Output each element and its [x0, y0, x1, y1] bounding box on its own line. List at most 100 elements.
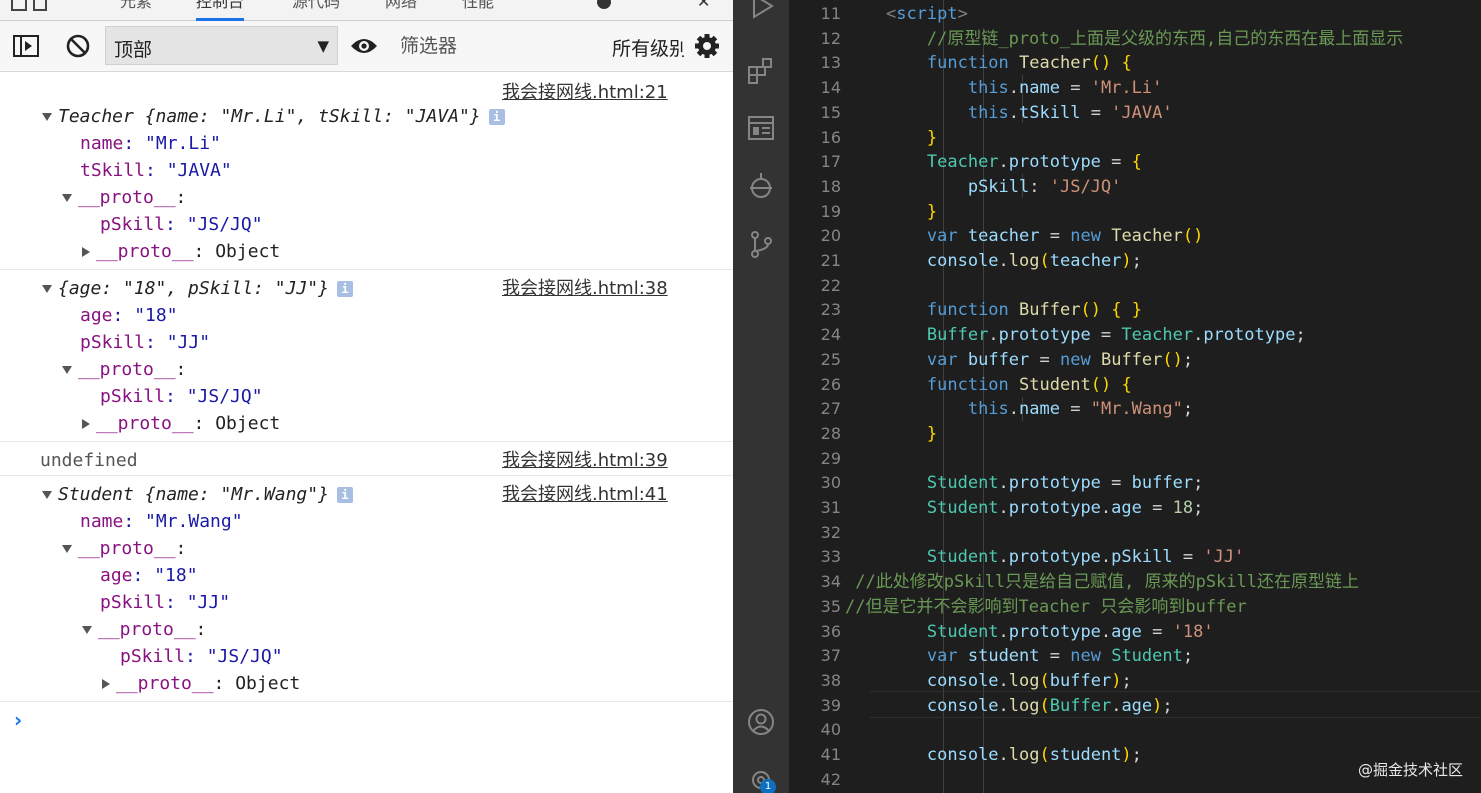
code-line[interactable]: console.log(buffer);: [845, 669, 1132, 693]
code-line[interactable]: Student.prototype = buffer;: [845, 471, 1203, 495]
property-line: pSkill: "JJ": [80, 332, 211, 353]
source-control-icon[interactable]: [745, 228, 777, 260]
expand-triangle-icon[interactable]: [62, 366, 72, 374]
code-line[interactable]: function Student() {: [845, 373, 1132, 397]
code-line[interactable]: Student.prototype.age = 18;: [845, 496, 1203, 520]
code-line[interactable]: function Buffer() { }: [845, 298, 1142, 322]
code-line[interactable]: pSkill: 'JS/JQ': [845, 175, 1122, 199]
devtools-panel: 元素 控制台 源代码 网络 性能 ✕ 顶部 ▼ 所有级别 我会接网线.html:…: [0, 0, 733, 793]
code-line[interactable]: Student.prototype.pSkill = 'JJ': [845, 545, 1244, 569]
code-line[interactable]: var buffer = new Buffer();: [845, 348, 1193, 372]
property-line[interactable]: __proto__: Object: [102, 673, 300, 695]
line-number: 12: [820, 28, 841, 48]
code-line[interactable]: <script>: [845, 2, 968, 26]
code-line[interactable]: console.log(teacher);: [845, 249, 1142, 273]
context-select[interactable]: 顶部 ▼: [105, 26, 338, 65]
code-line[interactable]: Teacher.prototype = {: [845, 150, 1142, 174]
code-line[interactable]: this.tSkill = 'JAVA': [845, 101, 1173, 125]
code-line[interactable]: this.name = "Mr.Wang";: [845, 397, 1193, 421]
settings-gear-icon[interactable]: [594, 0, 614, 12]
code-line[interactable]: }: [845, 200, 937, 224]
filter-input[interactable]: [392, 29, 598, 63]
info-icon[interactable]: i: [336, 281, 353, 297]
property-line[interactable]: __proto__:: [82, 619, 206, 641]
close-icon[interactable]: ✕: [697, 0, 710, 11]
tab-console[interactable]: 控制台: [196, 0, 245, 21]
property-line: pSkill: "JJ": [100, 592, 231, 613]
property-line[interactable]: __proto__:: [62, 187, 186, 209]
line-number: 18: [820, 176, 841, 196]
property-line[interactable]: __proto__: Object: [82, 413, 280, 435]
property-line: age: "18": [80, 305, 178, 326]
code-line[interactable]: var student = new Student;: [845, 644, 1193, 668]
property-line: name: "Mr.Wang": [80, 511, 243, 532]
code-line[interactable]: Buffer.prototype = Teacher.prototype;: [845, 323, 1306, 347]
line-number: 20: [820, 226, 841, 246]
code-line[interactable]: this.name = 'Mr.Li': [845, 76, 1163, 100]
extensions-icon[interactable]: [745, 54, 777, 86]
code-line[interactable]: }: [845, 422, 937, 446]
line-number: 15: [820, 102, 841, 122]
console-settings-gear-icon[interactable]: [692, 31, 722, 61]
sidebar-toggle-icon[interactable]: [11, 31, 41, 61]
collapse-triangle-icon[interactable]: [102, 679, 110, 689]
collapse-triangle-icon[interactable]: [82, 419, 90, 429]
expand-triangle-icon[interactable]: [42, 491, 52, 499]
console-message: 我会接网线.html:21 Teacher {name: "Mr.Li", tS…: [0, 72, 733, 270]
line-number: 42: [820, 769, 841, 789]
current-line-highlight: [870, 691, 1481, 718]
property-line[interactable]: __proto__:: [62, 538, 186, 560]
account-icon[interactable]: [745, 706, 777, 738]
console-prompt[interactable]: ›: [14, 708, 22, 732]
code-line[interactable]: Student.prototype.age = '18': [845, 620, 1214, 644]
code-area[interactable]: <script> //原型链_proto_上面是父级的东西,自己的东西在最上面显…: [845, 0, 1481, 793]
expand-triangle-icon[interactable]: [82, 626, 92, 634]
line-number: 24: [820, 325, 841, 345]
code-line[interactable]: var teacher = new Teacher(): [845, 224, 1203, 248]
expand-triangle-icon[interactable]: [62, 194, 72, 202]
expand-triangle-icon[interactable]: [62, 545, 72, 553]
clear-console-icon[interactable]: [63, 31, 93, 61]
object-summary[interactable]: {age: "18", pSkill: "JJ"} i: [42, 278, 353, 300]
code-line[interactable]: function Teacher() {: [845, 51, 1132, 75]
source-link[interactable]: 我会接网线.html:21: [502, 82, 668, 104]
code-line[interactable]: console.log(student);: [845, 743, 1142, 767]
source-link[interactable]: 我会接网线.html:39: [502, 450, 668, 472]
expand-triangle-icon[interactable]: [42, 285, 52, 293]
code-line[interactable]: //此处修改pSkill只是给自己赋值, 原来的pSkill还在原型链上: [845, 570, 1359, 594]
collapse-triangle-icon[interactable]: [82, 247, 90, 257]
property-line[interactable]: __proto__: Object: [82, 241, 280, 263]
console-message: undefined 我会接网线.html:39: [0, 442, 733, 476]
object-summary[interactable]: Teacher {name: "Mr.Li", tSkill: "JAVA"} i: [42, 106, 505, 128]
line-number: 22: [820, 275, 841, 295]
line-number: 11: [820, 4, 841, 23]
code-line[interactable]: //但是它并不会影响到Teacher 只会影响到buffer: [845, 595, 1247, 619]
object-summary[interactable]: Student {name: "Mr.Wang"} i: [42, 484, 353, 506]
line-number: 33: [820, 547, 841, 567]
log-levels-dropdown[interactable]: 所有级别: [612, 34, 684, 61]
property-line[interactable]: __proto__:: [62, 359, 186, 381]
tab-network[interactable]: 网络: [385, 0, 417, 18]
code-editor: 1 11 12 13 14 15 16 17 18 19 20 21 22 23 24 25 26 27 28 29…: [733, 0, 1481, 793]
line-number: 29: [820, 448, 841, 468]
live-expression-eye-icon[interactable]: [349, 31, 379, 61]
code-line[interactable]: }: [845, 126, 937, 150]
info-icon[interactable]: i: [488, 109, 505, 125]
line-number: 34: [820, 572, 841, 592]
tab-performance[interactable]: 性能: [462, 0, 494, 18]
code-line[interactable]: //原型链_proto_上面是父级的东西,自己的东西在最上面显示: [845, 27, 1403, 51]
source-link[interactable]: 我会接网线.html:38: [502, 278, 668, 300]
timeline-icon[interactable]: [745, 170, 777, 202]
info-icon[interactable]: i: [336, 487, 353, 503]
line-number: 25: [820, 349, 841, 369]
run-debug-icon[interactable]: [745, 0, 777, 22]
line-number: 37: [820, 646, 841, 666]
inspect-icon[interactable]: [10, 0, 50, 14]
line-number: 28: [820, 423, 841, 443]
tab-elements[interactable]: 元素: [120, 0, 152, 18]
source-link[interactable]: 我会接网线.html:41: [502, 484, 668, 506]
property-line: pSkill: "JS/JQ": [100, 386, 263, 407]
tab-sources[interactable]: 源代码: [292, 0, 340, 18]
expand-triangle-icon[interactable]: [42, 113, 52, 121]
preview-panel-icon[interactable]: [745, 112, 777, 144]
